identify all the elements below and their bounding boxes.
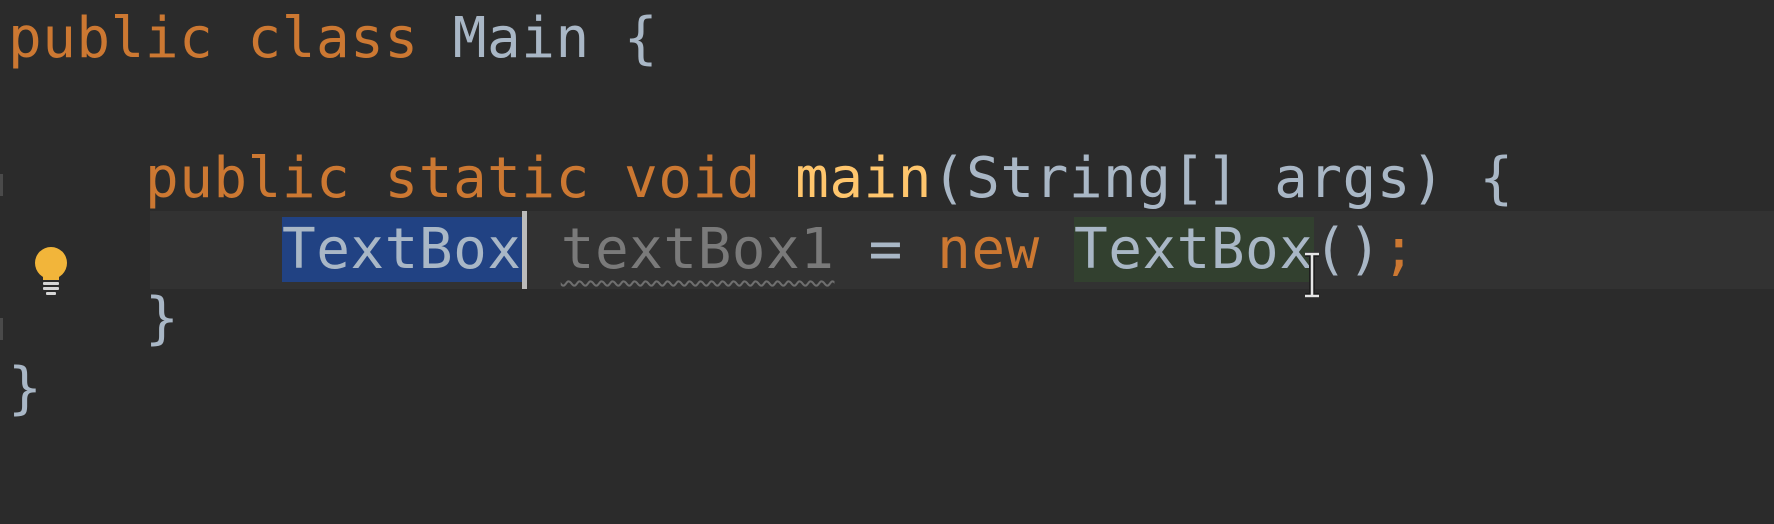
- usage-highlight-token: TextBox: [1073, 217, 1314, 282]
- code-line-6[interactable]: }: [0, 350, 1774, 428]
- keyword-token: public: [145, 146, 351, 211]
- keyword-token: new: [937, 217, 1040, 282]
- code-line-2[interactable]: [0, 70, 1774, 148]
- keyword-token: void: [624, 146, 761, 211]
- keyword-token: ;: [1381, 217, 1417, 282]
- plain-token: }: [145, 286, 180, 351]
- unused-variable-token: textBox1: [560, 217, 835, 282]
- code-line-content: public class Main {: [8, 0, 658, 78]
- code-line-content: TextBox textBox1 = new TextBox();: [282, 211, 1416, 289]
- code-line-content: }: [8, 350, 42, 428]
- lightbulb-icon[interactable]: [30, 246, 72, 296]
- code-editor[interactable]: public class Main { public static void m…: [0, 0, 1774, 524]
- keyword-token: public: [8, 6, 214, 71]
- selected-text: TextBox: [282, 217, 522, 282]
- code-line-5[interactable]: }: [0, 280, 1774, 358]
- code-line-1[interactable]: public class Main {: [0, 0, 1774, 78]
- plain-token: Main {: [418, 6, 659, 71]
- keyword-token: static: [384, 146, 590, 211]
- code-line-3[interactable]: public static void main(String[] args) {: [0, 140, 1774, 218]
- plain-token: (String[] args) {: [931, 146, 1514, 211]
- code-line-content: }: [145, 280, 179, 358]
- i-beam-cursor-icon: [1305, 252, 1319, 298]
- keyword-token: class: [247, 6, 419, 71]
- function-name-token: main: [795, 146, 932, 211]
- plain-token: =: [834, 217, 938, 282]
- plain-token: (): [1313, 217, 1382, 282]
- code-line-4-current[interactable]: TextBox textBox1 = new TextBox();: [150, 211, 1774, 289]
- plain-token: }: [8, 356, 43, 421]
- code-line-content: public static void main(String[] args) {: [145, 140, 1514, 218]
